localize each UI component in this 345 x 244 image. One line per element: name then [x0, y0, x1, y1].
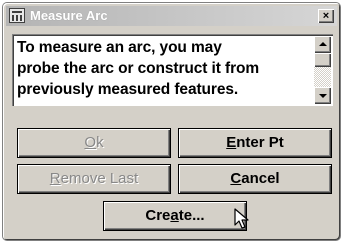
remove-label-post: emove Last	[60, 170, 139, 187]
scroll-down-button[interactable]	[314, 87, 331, 104]
enter-pt-button[interactable]: Enter Pt	[179, 129, 331, 157]
create-button[interactable]: Create...	[104, 202, 246, 230]
create-label-accel: a	[170, 207, 179, 224]
ok-label-accel: O	[84, 134, 97, 151]
measure-arc-dialog: Measure Arc × To measure an arc, you may…	[3, 3, 340, 240]
title-bar[interactable]: Measure Arc ×	[6, 6, 337, 26]
instruction-line: To measure an arc, you may	[17, 39, 222, 56]
close-button[interactable]: ×	[318, 9, 334, 23]
scroll-thumb[interactable]	[314, 53, 331, 67]
ok-button[interactable]: Ok	[18, 129, 170, 157]
create-label-pre: Cre	[145, 207, 171, 224]
mouse-pointer-icon	[234, 208, 249, 229]
cancel-label-post: ancel	[241, 170, 280, 187]
remove-last-button[interactable]: Remove Last	[18, 165, 170, 193]
ok-label-post: k	[96, 134, 104, 151]
window-title: Measure Arc	[30, 8, 108, 23]
scroll-up-button[interactable]	[314, 36, 331, 53]
instruction-line: probe the arc or construct it from	[17, 60, 260, 77]
vertical-scrollbar[interactable]	[314, 36, 331, 104]
cancel-label-accel: C	[230, 170, 242, 187]
instruction-textbox[interactable]: To measure an arc, you may probe the arc…	[12, 34, 333, 106]
instruction-text: To measure an arc, you may probe the arc…	[17, 37, 307, 100]
remove-label-accel: R	[49, 170, 61, 187]
cancel-button[interactable]: Cancel	[179, 165, 331, 193]
create-label-post: te...	[178, 207, 205, 224]
enter-label-post: nter Pt	[236, 134, 284, 151]
instruction-line: previously measured features.	[17, 81, 239, 98]
app-icon[interactable]	[9, 8, 25, 23]
enter-label-accel: E	[226, 134, 237, 151]
